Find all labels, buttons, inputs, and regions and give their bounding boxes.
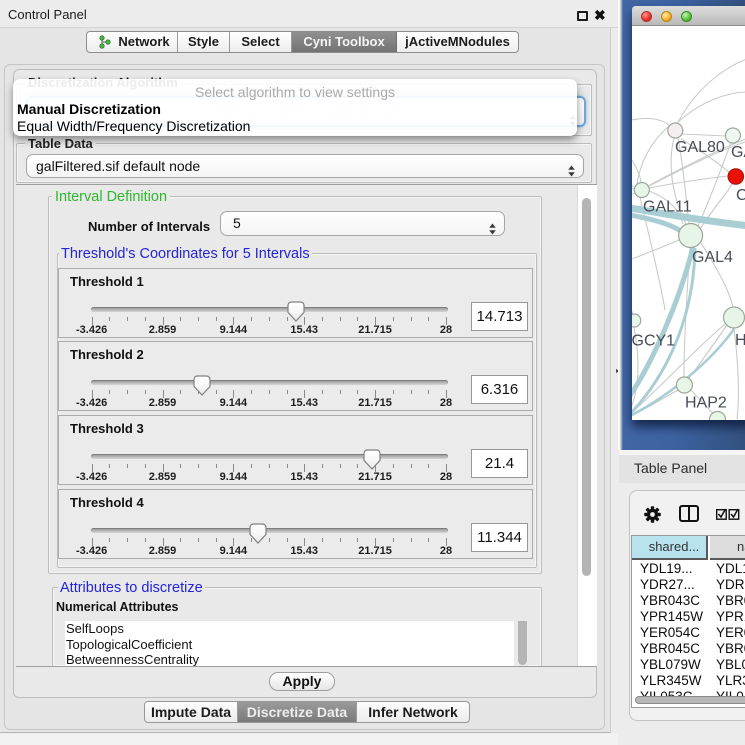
svg-text:GCY1: GCY1 — [632, 333, 675, 350]
svg-text:HAP2: HAP2 — [685, 395, 727, 412]
svg-text:C: C — [736, 187, 745, 204]
svg-text:GA: GA — [731, 144, 745, 161]
svg-text:GAL80: GAL80 — [675, 139, 725, 156]
svg-text:GAL11: GAL11 — [643, 199, 692, 216]
svg-text:H: H — [735, 332, 745, 349]
svg-text:GAL4: GAL4 — [692, 249, 733, 266]
